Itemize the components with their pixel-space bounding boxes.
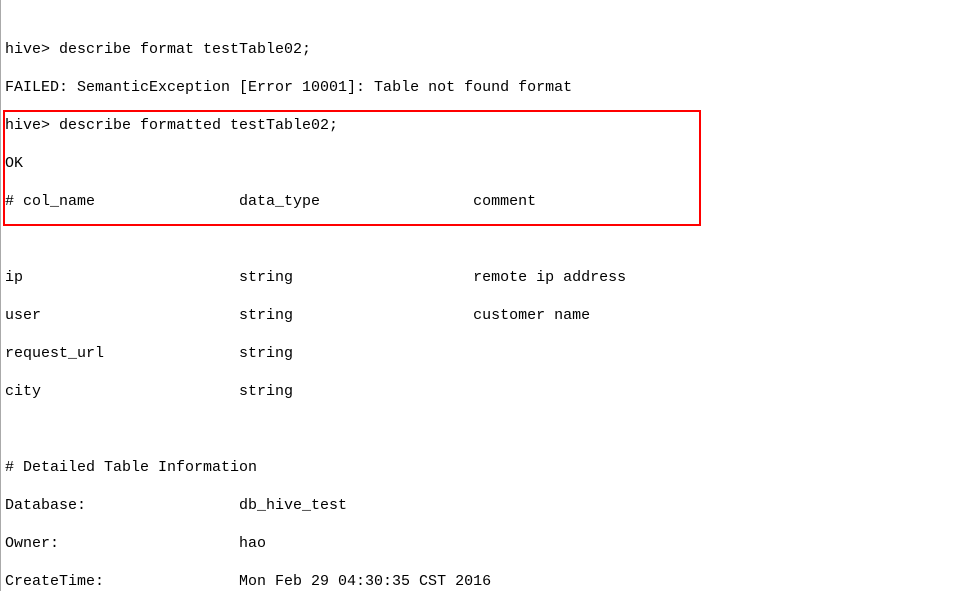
col-type: string [239, 268, 473, 287]
command-text: describe formatted testTable02; [59, 117, 338, 134]
kv-key: CreateTime: [5, 572, 239, 591]
kv-val: Mon Feb 29 04:30:35 CST 2016 [239, 573, 491, 590]
error-line: FAILED: SemanticException [Error 10001]:… [5, 78, 973, 97]
command-text: describe format testTable02; [59, 41, 311, 58]
header-data-type: data_type [239, 192, 473, 211]
columns-header: # col_namedata_typecomment [5, 192, 973, 211]
prompt: hive> [5, 117, 59, 134]
col-comment: customer name [473, 306, 590, 325]
prompt: hive> [5, 41, 59, 58]
prompt-line-1: hive> describe format testTable02; [5, 40, 973, 59]
col-name: city [5, 382, 239, 401]
kv-val: hao [239, 535, 266, 552]
prompt-line-2: hive> describe formatted testTable02; [5, 116, 973, 135]
col-name: user [5, 306, 239, 325]
section-detailed: # Detailed Table Information [5, 458, 973, 477]
col-comment: remote ip address [473, 268, 626, 287]
kv-row: CreateTime:Mon Feb 29 04:30:35 CST 2016 [5, 572, 973, 591]
kv-key: Database: [5, 496, 239, 515]
kv-key: Owner: [5, 534, 239, 553]
col-type: string [239, 344, 473, 363]
ok-line: OK [5, 154, 973, 173]
col-type: string [239, 382, 473, 401]
column-row: ipstringremote ip address [5, 268, 973, 287]
kv-val: db_hive_test [239, 497, 347, 514]
col-name: request_url [5, 344, 239, 363]
blank-line [5, 420, 973, 439]
header-col-name: # col_name [5, 192, 239, 211]
header-comment: comment [473, 192, 536, 211]
blank-line [5, 230, 973, 249]
kv-row: Database:db_hive_test [5, 496, 973, 515]
kv-row: Owner:hao [5, 534, 973, 553]
terminal-output[interactable]: hive> describe format testTable02; FAILE… [0, 0, 973, 591]
column-row: request_urlstring [5, 344, 973, 363]
col-type: string [239, 306, 473, 325]
col-name: ip [5, 268, 239, 287]
column-row: citystring [5, 382, 973, 401]
column-row: userstringcustomer name [5, 306, 973, 325]
